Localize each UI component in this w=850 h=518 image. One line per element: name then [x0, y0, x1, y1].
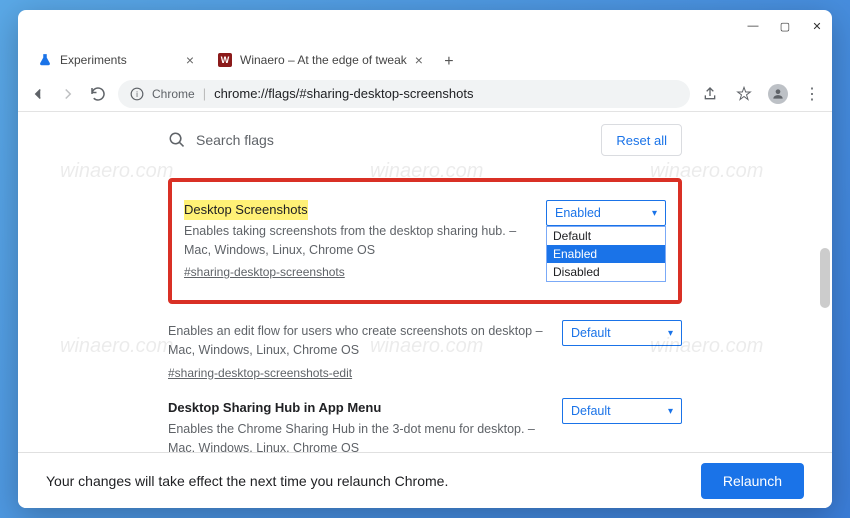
- window-close-button[interactable]: ✕: [810, 19, 824, 33]
- page-content: Search flags Reset all Desktop Screensho…: [18, 112, 832, 508]
- bookmark-icon[interactable]: [734, 84, 754, 104]
- relaunch-button[interactable]: Relaunch: [701, 463, 804, 499]
- relaunch-notice-bar: Your changes will take effect the next t…: [18, 452, 832, 508]
- flag-dropdown[interactable]: Default▾: [562, 320, 682, 346]
- omnibox-chip: Chrome: [152, 87, 195, 101]
- notice-text: Your changes will take effect the next t…: [46, 473, 448, 489]
- flag-dropdown[interactable]: Enabled▾: [546, 200, 666, 226]
- tab-close-icon[interactable]: ×: [186, 52, 194, 68]
- back-button[interactable]: [28, 84, 48, 104]
- share-icon[interactable]: [700, 84, 720, 104]
- highlighted-flag-group: Desktop Screenshots Enables taking scree…: [168, 178, 682, 304]
- reload-button[interactable]: [88, 84, 108, 104]
- flag-description: Enables taking screenshots from the desk…: [184, 222, 530, 260]
- tab-strip: Experiments × W Winaero – At the edge of…: [18, 42, 832, 76]
- flag-title: Desktop Screenshots: [184, 200, 308, 220]
- tab-winaero[interactable]: W Winaero – At the edge of tweak ×: [206, 44, 435, 76]
- forward-button[interactable]: [58, 84, 78, 104]
- flag-anchor-link[interactable]: #sharing-desktop-screenshots-edit: [168, 364, 352, 382]
- omnibox-url: chrome://flags/#sharing-desktop-screensh…: [214, 86, 473, 101]
- tab-title: Experiments: [60, 53, 127, 67]
- dropdown-option[interactable]: Enabled: [547, 245, 665, 263]
- flag-dropdown[interactable]: Default▾: [562, 398, 682, 424]
- flask-icon: [38, 53, 52, 67]
- dropdown-option[interactable]: Default: [547, 227, 665, 245]
- profile-avatar[interactable]: [768, 84, 788, 104]
- address-bar[interactable]: i Chrome | chrome://flags/#sharing-deskt…: [118, 80, 690, 108]
- window-titlebar: — ▢ ✕: [18, 10, 832, 42]
- site-favicon: W: [218, 53, 232, 67]
- tab-close-icon[interactable]: ×: [415, 52, 423, 68]
- flag-title: Desktop Sharing Hub in App Menu: [168, 398, 381, 418]
- search-flags-input[interactable]: Search flags: [168, 122, 589, 158]
- flag-anchor-link[interactable]: #sharing-desktop-screenshots: [184, 263, 345, 281]
- flag-description: Enables the Chrome Sharing Hub in the 3-…: [168, 420, 546, 452]
- window-maximize-button[interactable]: ▢: [778, 19, 792, 33]
- new-tab-button[interactable]: +: [435, 48, 463, 76]
- chevron-down-icon: ▾: [668, 328, 673, 339]
- chevron-down-icon: ▾: [652, 208, 657, 219]
- window-minimize-button[interactable]: —: [746, 19, 760, 33]
- search-placeholder: Search flags: [196, 132, 274, 148]
- browser-toolbar: i Chrome | chrome://flags/#sharing-deskt…: [18, 76, 832, 112]
- scrollbar-thumb[interactable]: [820, 248, 830, 308]
- flag-item: Desktop Sharing Hub in App Menu Enables …: [168, 390, 682, 452]
- chevron-down-icon: ▾: [668, 406, 673, 417]
- flag-description: Enables an edit flow for users who creat…: [168, 322, 546, 360]
- menu-icon[interactable]: ⋮: [802, 84, 822, 104]
- dropdown-option[interactable]: Disabled: [547, 263, 665, 281]
- reset-all-button[interactable]: Reset all: [601, 124, 682, 156]
- info-icon: i: [130, 87, 144, 101]
- dropdown-options: Default Enabled Disabled: [546, 226, 666, 282]
- flag-item: Enables an edit flow for users who creat…: [168, 312, 682, 390]
- tab-experiments[interactable]: Experiments ×: [26, 44, 206, 76]
- search-icon: [168, 131, 186, 149]
- svg-text:i: i: [136, 89, 138, 98]
- browser-window: — ▢ ✕ Experiments × W Winaero – At the e…: [18, 10, 832, 508]
- tab-title: Winaero – At the edge of tweak: [240, 53, 407, 67]
- flag-item: Desktop Screenshots Enables taking scree…: [184, 192, 666, 290]
